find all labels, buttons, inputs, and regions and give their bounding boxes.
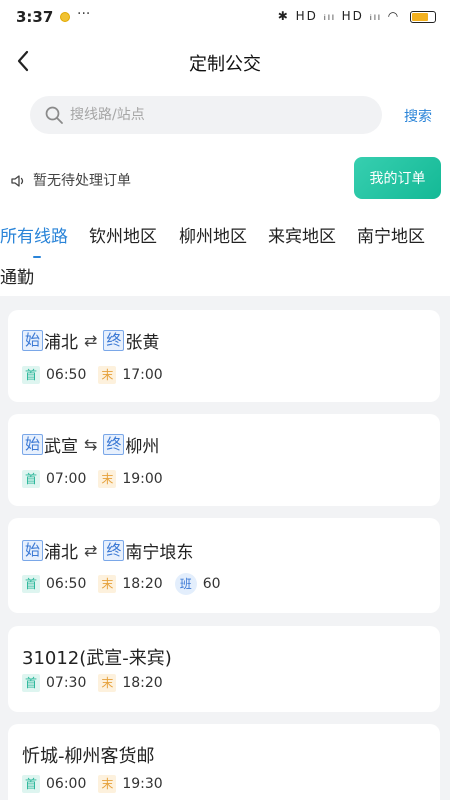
end-stop: 南宁埌东 <box>125 543 194 563</box>
schedule-times: 首 06:50 末 17:00 <box>22 366 163 384</box>
last-bus-badge: 末 <box>98 366 117 384</box>
last-bus-time: 18:20 <box>122 675 163 691</box>
round-trip-arrow-icon: ⇆ <box>84 435 98 454</box>
search-button[interactable]: 搜索 <box>404 106 432 126</box>
round-trip-arrow-icon: ⇄ <box>84 541 98 560</box>
route-name: 31012(武宣-来宾) <box>22 648 172 669</box>
route-card[interactable]: 始浦北 ⇄ 终南宁埌东 首 06:50 末 18:20 班 60 <box>8 518 440 613</box>
search-box[interactable] <box>30 96 382 134</box>
tab-qinzhou[interactable]: 钦州地区 <box>89 222 157 247</box>
end-badge: 终 <box>103 330 125 351</box>
start-stop: 浦北 <box>44 333 78 353</box>
search-bar: 搜索 <box>0 92 450 144</box>
first-bus-time: 07:00 <box>46 471 87 487</box>
schedule-times: 首 06:00 末 19:30 <box>22 775 163 793</box>
last-bus-badge: 末 <box>98 674 117 692</box>
route-card[interactable]: 始武宣 ⇆ 终柳州 首 07:00 末 19:00 <box>8 414 440 506</box>
tab-laibin[interactable]: 来宾地区 <box>268 222 336 247</box>
end-badge: 终 <box>103 434 125 455</box>
shift-badge: 班 <box>174 573 197 595</box>
first-bus-badge: 首 <box>22 366 40 384</box>
first-bus-time: 06:00 <box>46 776 87 792</box>
speaker-icon <box>11 175 24 187</box>
tab-commute[interactable]: 通勤 <box>0 263 34 288</box>
start-stop: 浦北 <box>44 543 78 563</box>
first-bus-time: 07:30 <box>46 675 87 691</box>
end-badge: 终 <box>103 540 125 561</box>
route-title: 始武宣 ⇆ 终柳州 <box>22 432 159 457</box>
round-trip-arrow-icon: ⇄ <box>84 331 98 350</box>
tab-all-routes[interactable]: 所有线路 <box>0 222 68 247</box>
my-orders-button[interactable]: 我的订单 <box>354 157 441 199</box>
status-bar: 3:37 ··· ✱ HD ᵢₗₗ HD ᵢₗₗ ◠ <box>0 0 450 34</box>
schedule-times: 首 07:00 末 19:00 <box>22 470 163 488</box>
notice-text: 暂无待处理订单 <box>33 173 131 189</box>
route-card[interactable]: 31012(武宣-来宾) 首 07:30 末 18:20 <box>8 626 440 712</box>
start-badge: 始 <box>22 434 43 455</box>
page-title: 定制公交 <box>189 54 261 75</box>
first-bus-time: 06:50 <box>46 367 87 383</box>
start-badge: 始 <box>22 330 43 351</box>
schedule-times: 首 07:30 末 18:20 <box>22 674 163 692</box>
last-bus-time: 18:20 <box>122 576 163 592</box>
first-bus-badge: 首 <box>22 575 40 593</box>
bluetooth-icon: ✱ <box>277 9 290 23</box>
route-title: 始浦北 ⇄ 终张黄 <box>22 328 159 353</box>
route-card[interactable]: 始浦北 ⇄ 终张黄 首 06:50 末 17:00 <box>8 310 440 402</box>
end-stop: 张黄 <box>125 333 160 353</box>
route-title: 始浦北 ⇄ 终南宁埌东 <box>22 538 193 563</box>
more-notifications-icon: ··· <box>77 6 91 22</box>
first-bus-badge: 首 <box>22 674 40 692</box>
tab-liuzhou[interactable]: 柳州地区 <box>179 222 247 247</box>
last-bus-time: 17:00 <box>122 367 163 383</box>
active-tab-indicator <box>33 256 41 258</box>
battery-icon <box>410 10 436 23</box>
schedule-times: 首 06:50 末 18:20 班 60 <box>22 573 221 595</box>
app-header: 定制公交 <box>0 34 450 92</box>
tab-nanning[interactable]: 南宁地区 <box>357 222 425 247</box>
order-notice-bar: 暂无待处理订单 我的订单 <box>0 144 450 212</box>
first-bus-badge: 首 <box>22 470 40 488</box>
status-icons: ✱ HD ᵢₗₗ HD ᵢₗₗ ◠ <box>278 9 436 23</box>
shift-count: 60 <box>202 576 221 592</box>
last-bus-time: 19:00 <box>122 471 163 487</box>
start-stop: 武宣 <box>44 437 78 457</box>
region-tabs: 所有线路 钦州地区 柳州地区 来宾地区 南宁地区 通勤 <box>0 212 450 296</box>
first-bus-time: 06:50 <box>46 576 87 592</box>
notification-dot-icon <box>60 12 70 22</box>
signal-icon: HD ᵢₗₗ HD ᵢₗₗ <box>295 9 382 23</box>
end-stop: 柳州 <box>125 437 160 457</box>
route-name: 忻城-柳州客货邮 <box>22 746 155 767</box>
search-input[interactable] <box>70 96 370 134</box>
first-bus-badge: 首 <box>22 775 40 793</box>
start-badge: 始 <box>22 540 43 561</box>
last-bus-badge: 末 <box>98 575 117 593</box>
route-card[interactable]: 忻城-柳州客货邮 首 06:00 末 19:30 <box>8 724 440 800</box>
search-icon <box>45 106 63 124</box>
wifi-icon: ◠ <box>387 9 401 23</box>
last-bus-badge: 末 <box>98 775 117 793</box>
last-bus-time: 19:30 <box>122 776 163 792</box>
last-bus-badge: 末 <box>98 470 117 488</box>
status-time: 3:37 <box>16 8 54 26</box>
